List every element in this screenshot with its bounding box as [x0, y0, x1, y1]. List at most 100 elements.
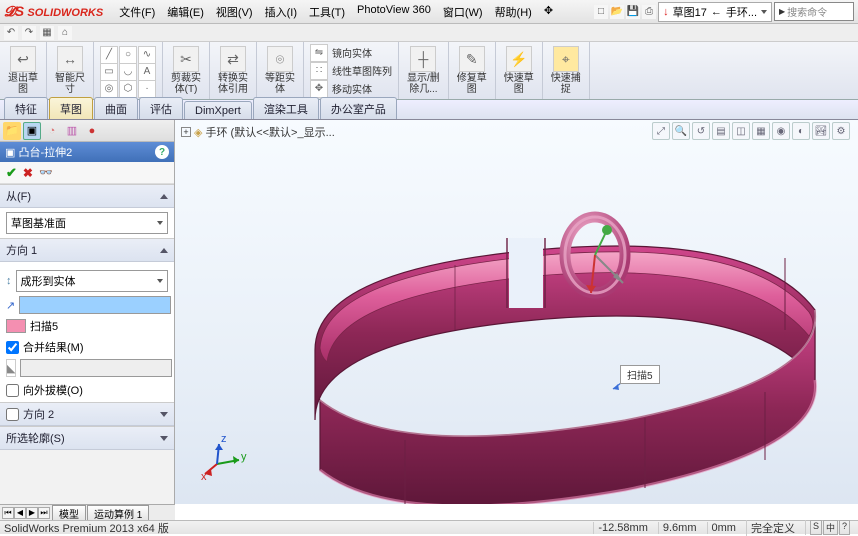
tab-features[interactable]: 特征 — [4, 97, 48, 119]
convert-entities-button[interactable]: ⇄ 转换实 体引用 — [216, 44, 250, 97]
exit-sketch-button[interactable]: ↩ 退出草 图 — [6, 44, 40, 97]
svg-text:x: x — [201, 471, 207, 482]
linear-pattern-icon[interactable]: ∷ — [310, 62, 328, 80]
pm-dim-icon[interactable]: ▥ — [63, 122, 81, 140]
display-style-icon[interactable]: ▦ — [752, 122, 770, 140]
repair-sketch-button[interactable]: ✎ 修复草 图 — [455, 44, 489, 97]
menu-insert[interactable]: 插入(I) — [261, 2, 301, 22]
quick-access-toolbar: ↶ ↷ ▦ ⌂ — [0, 24, 858, 42]
ok-button[interactable]: ✔ — [6, 165, 17, 181]
qa-icon[interactable]: ⌂ — [58, 26, 72, 40]
zoom-fit-icon[interactable]: ⤢ — [652, 122, 670, 140]
view-orient-icon[interactable]: ◫ — [732, 122, 750, 140]
linear-pattern-label: 线性草图阵列 — [332, 63, 392, 78]
from-section-header[interactable]: 从(F) — [0, 185, 174, 208]
new-icon[interactable]: □ — [594, 5, 608, 19]
tab-model[interactable]: 模型 — [52, 505, 86, 521]
tab-dimxpert[interactable]: DimXpert — [184, 101, 252, 119]
direction-2-header[interactable]: 方向 2 — [0, 403, 174, 426]
tab-motion-study[interactable]: 运动算例 1 — [87, 505, 149, 521]
quick-snap-button[interactable]: ⌖ 快速捕 捉 — [549, 44, 583, 97]
direction-2-enable[interactable] — [6, 408, 19, 421]
open-icon[interactable]: 📂 — [610, 5, 624, 19]
smart-dimension-button[interactable]: ↔ 智能尺 寸 — [53, 44, 87, 97]
spline-tool-icon[interactable]: ∿ — [138, 46, 156, 64]
draft-angle-field[interactable] — [20, 359, 172, 377]
pm-feature-tree-icon[interactable]: 📁 — [3, 122, 21, 140]
command-search[interactable]: 搜索命令 — [774, 2, 854, 21]
trim-button[interactable]: ✂ 剪裁实 体(T) — [169, 44, 203, 97]
polygon-tool-icon[interactable]: ⬡ — [119, 80, 137, 98]
from-plane-select[interactable]: 草图基准面 — [6, 212, 168, 234]
qa-icon[interactable]: ↶ — [4, 26, 18, 40]
rect-tool-icon[interactable]: ▭ — [100, 63, 118, 81]
direction-icon[interactable]: ↗ — [6, 299, 15, 312]
tab-last-icon[interactable]: ⏭ — [38, 507, 50, 519]
move-icon[interactable]: ✥ — [310, 80, 328, 98]
pm-config-icon[interactable]: ◔ — [43, 122, 61, 140]
draft-icon[interactable]: ◣ — [6, 359, 16, 377]
tab-first-icon[interactable]: ⏮ — [2, 507, 14, 519]
mirror-icon[interactable]: ⇋ — [310, 44, 328, 62]
reference-triad[interactable]: y x z — [199, 432, 249, 482]
menu-edit[interactable]: 编辑(E) — [163, 2, 208, 22]
pm-property-icon[interactable]: ▣ — [23, 122, 41, 140]
circle-tool-icon[interactable]: ○ — [119, 46, 137, 64]
reverse-direction-icon[interactable]: ↕ — [6, 275, 12, 287]
tab-next-icon[interactable]: ▶ — [26, 507, 38, 519]
text-tool-icon[interactable]: A — [138, 63, 156, 81]
save-icon[interactable]: 💾 — [626, 5, 640, 19]
view-settings-icon[interactable]: ⚙ — [832, 122, 850, 140]
preview-icon[interactable]: 👓 — [39, 166, 53, 179]
tab-surfaces[interactable]: 曲面 — [94, 97, 138, 119]
slot-tool-icon[interactable]: ◎ — [100, 80, 118, 98]
qa-icon[interactable]: ▦ — [40, 26, 54, 40]
tab-prev-icon[interactable]: ◀ — [14, 507, 26, 519]
graphics-viewport[interactable]: ⤢ 🔍 ↺ ▤ ◫ ▦ ◉ ◐ 🏞 ⚙ + ◈ 手环 (默认<<默认>_显示..… — [175, 120, 858, 504]
selected-contours-header[interactable]: 所选轮廓(S) — [0, 427, 174, 450]
menu-view[interactable]: 视图(V) — [212, 2, 257, 22]
boss-extrude-icon: ▣ — [5, 146, 15, 159]
prev-view-icon[interactable]: ↺ — [692, 122, 710, 140]
direction-edge-field[interactable] — [19, 296, 171, 314]
line-tool-icon[interactable]: ╱ — [100, 46, 118, 64]
zoom-area-icon[interactable]: 🔍 — [672, 122, 690, 140]
ime-indicator[interactable]: S中? — [805, 520, 854, 535]
direction-1-header[interactable]: 方向 1 — [0, 239, 174, 262]
tab-render[interactable]: 渲染工具 — [253, 97, 319, 119]
merge-result-checkbox[interactable]: 合并结果(M) — [6, 339, 168, 355]
expand-icon[interactable]: + — [181, 127, 191, 137]
sketch-name-dropdown[interactable]: ↓ 草图17 ← 手环... — [658, 2, 772, 22]
cancel-button[interactable]: ✖ — [23, 166, 33, 180]
print-icon[interactable]: ⎙ — [642, 5, 656, 19]
tab-evaluate[interactable]: 评估 — [139, 97, 183, 119]
feature-callout[interactable]: 扫描5 — [620, 365, 660, 384]
tab-office[interactable]: 办公室产品 — [320, 97, 397, 119]
appearance-icon[interactable]: ◐ — [792, 122, 810, 140]
end-condition-select[interactable]: 成形到实体 — [16, 270, 169, 292]
help-icon[interactable]: ? — [155, 145, 169, 159]
svg-text:z: z — [221, 433, 227, 445]
qa-icon[interactable]: ↷ — [22, 26, 36, 40]
flyout-feature-tree[interactable]: + ◈ 手环 (默认<<默认>_显示... — [181, 124, 335, 140]
menu-photoview[interactable]: PhotoView 360 — [353, 2, 435, 22]
menu-file[interactable]: 文件(F) — [115, 2, 159, 22]
menu-help[interactable]: 帮助(H) — [491, 2, 536, 22]
draft-outward-checkbox[interactable]: 向外拔模(O) — [6, 382, 168, 398]
section-view-icon[interactable]: ▤ — [712, 122, 730, 140]
menu-window[interactable]: 窗口(W) — [439, 2, 487, 22]
pm-appearance-icon[interactable]: ● — [83, 122, 101, 140]
menu-tools[interactable]: 工具(T) — [305, 2, 349, 22]
tab-sketch[interactable]: 草图 — [49, 97, 93, 119]
scene-icon[interactable]: 🏞 — [812, 122, 830, 140]
product-label: SolidWorks Premium 2013 x64 版 — [4, 520, 169, 536]
point-tool-icon[interactable]: · — [138, 80, 156, 98]
offset-entities-button[interactable]: ⌾ 等距实 体 — [263, 44, 297, 97]
hide-show-icon[interactable]: ◉ — [772, 122, 790, 140]
arc-tool-icon[interactable]: ◡ — [119, 63, 137, 81]
model-render — [225, 140, 855, 504]
coord-y: 9.6mm — [658, 522, 701, 534]
menu-tool-icon[interactable]: ✥ — [540, 2, 557, 22]
rapid-sketch-button[interactable]: ⚡ 快速草 图 — [502, 44, 536, 97]
display-delete-button[interactable]: ┼ 显示/删 除几... — [405, 44, 442, 97]
